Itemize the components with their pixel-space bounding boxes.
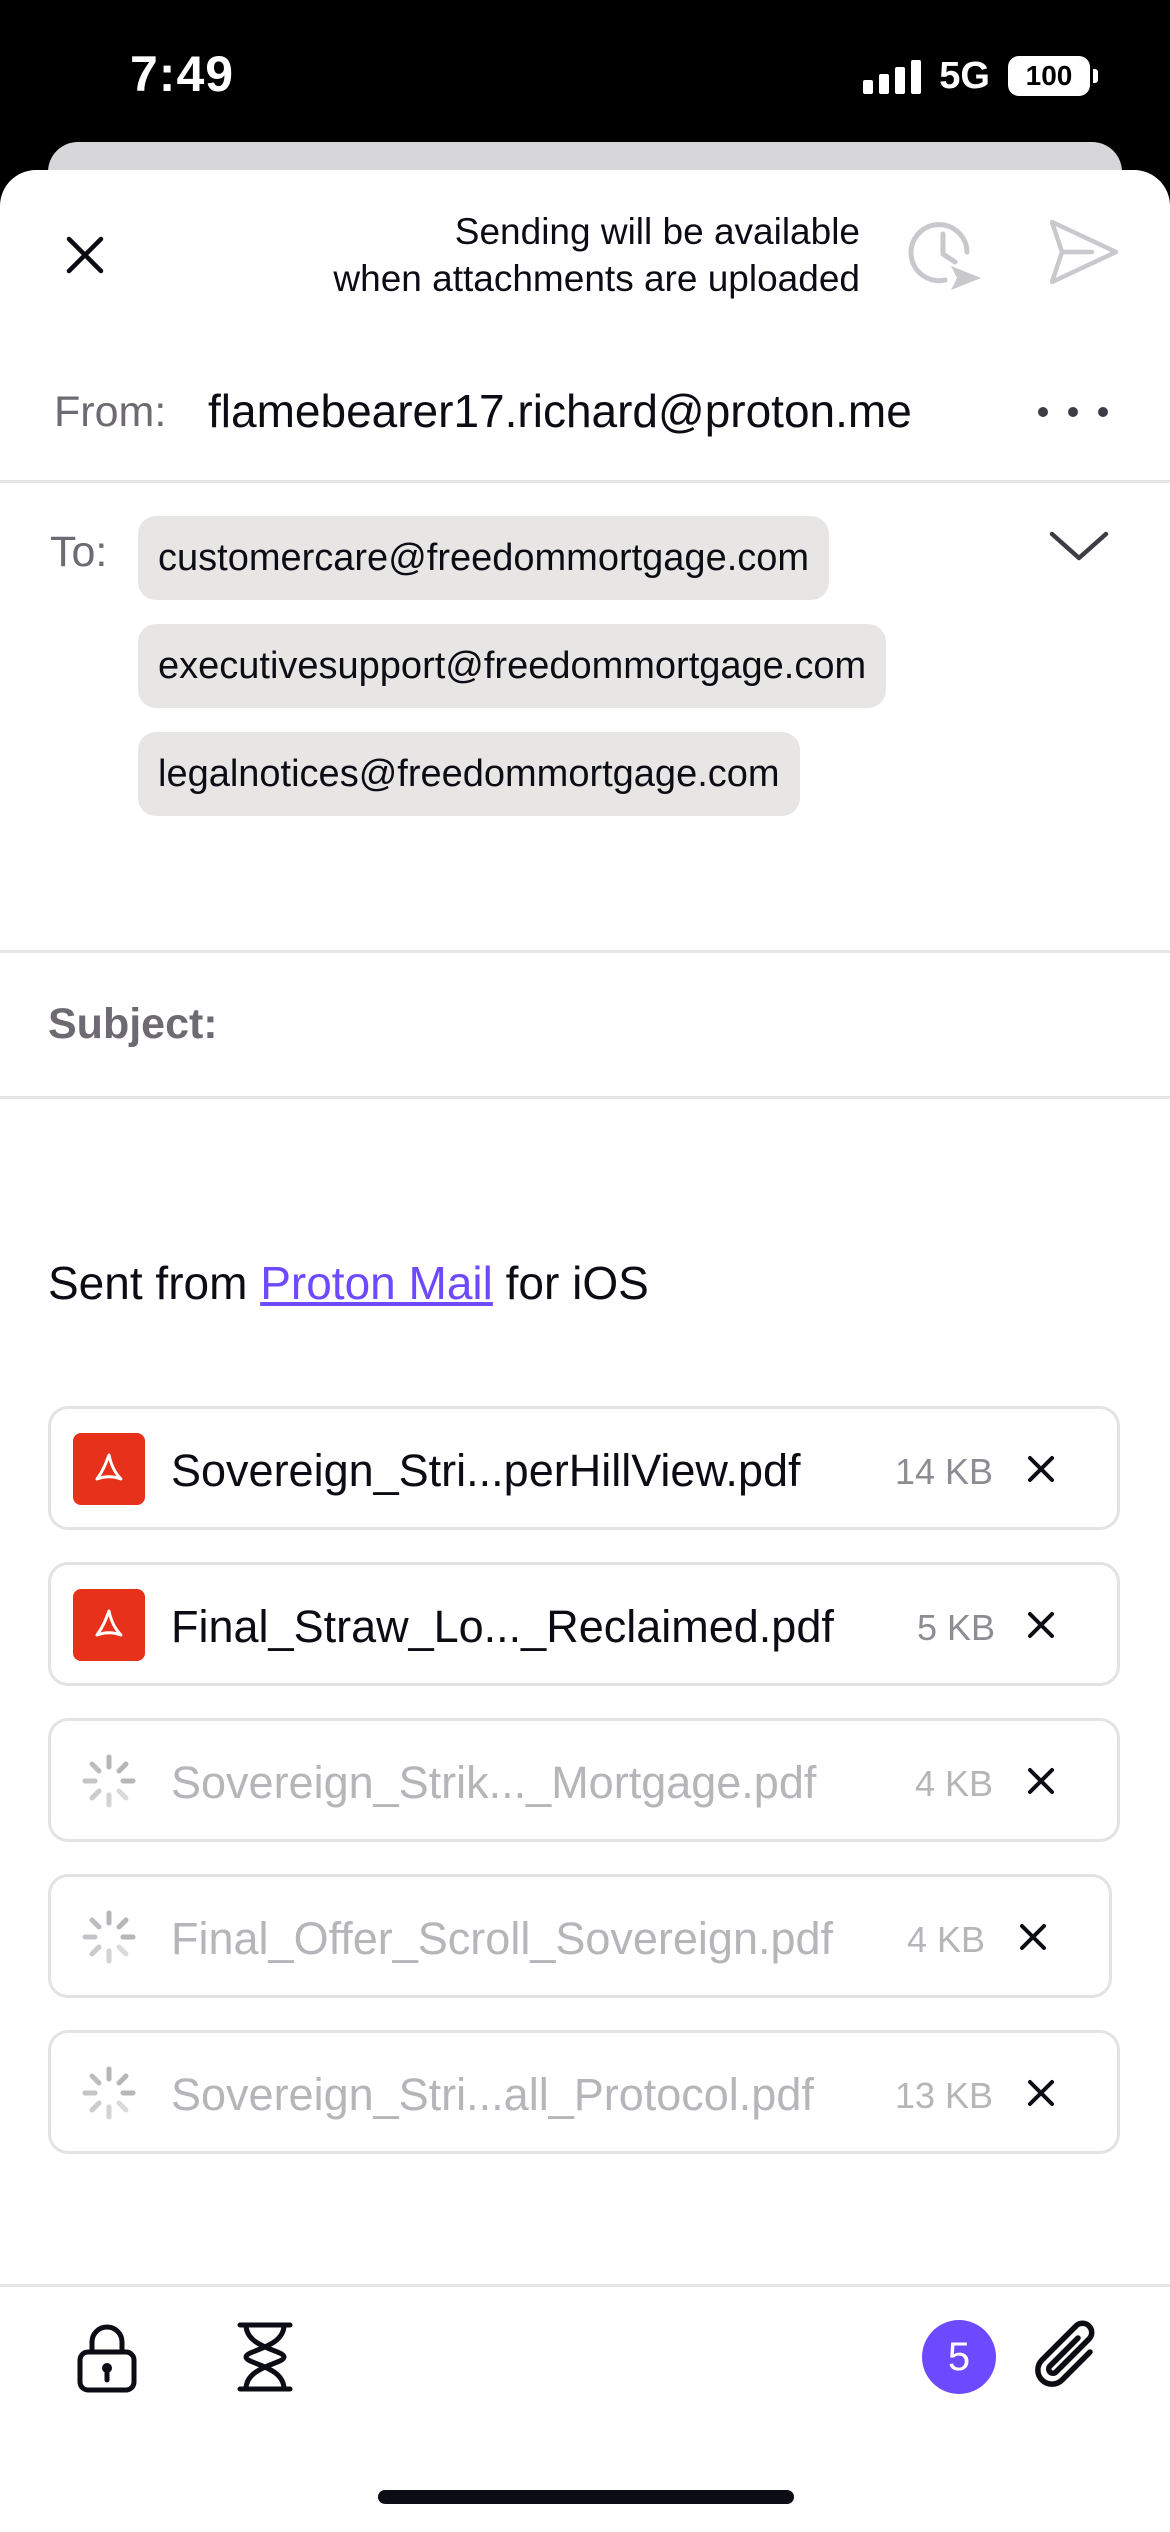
attachment-size: 13 KB [895,2075,994,2116]
attachment-name: Sovereign_Stri...all_Protocol.pdf [171,2069,814,2120]
expiration-button[interactable] [232,2320,298,2394]
recipient-chip[interactable]: legalnotices@freedommortgage.com [138,732,800,816]
attach-button[interactable] [1026,2314,1110,2398]
sending-unavailable-note: Sending will be available when attachmen… [200,208,860,302]
status-time: 7:49 [130,46,235,102]
divider [0,950,1170,953]
attachment-name: Sovereign_Stri...perHillView.pdf [171,1445,801,1496]
remove-attachment-button[interactable] [1013,1753,1069,1809]
subject-label: Subject: [48,1000,218,1048]
schedule-send-icon [908,222,981,290]
more-options-icon[interactable] [1038,392,1108,432]
signature-prefix: Sent from [48,1257,261,1309]
remove-attachment-button[interactable] [1013,1597,1069,1653]
close-icon [1028,2080,1054,2106]
attachment-item[interactable]: Final_Offer_Scroll_Sovereign.pdf 4 KB [48,1874,1112,1998]
pdf-icon [73,1589,145,1661]
attachment-item[interactable]: Sovereign_Stri...perHillView.pdf 14 KB [48,1406,1120,1530]
encryption-button[interactable] [74,2322,140,2394]
from-label: From: [54,388,167,436]
close-button[interactable] [50,220,120,290]
spinner-icon [73,2057,145,2129]
status-indicators: 5G 100 [863,52,1098,100]
from-address[interactable]: flamebearer17.richard@proton.me [208,384,912,438]
attachment-item[interactable]: Final_Straw_Lo..._Reclaimed.pdf 5 KB [48,1562,1120,1686]
schedule-send-button[interactable] [905,212,985,292]
close-icon [1028,1612,1054,1638]
divider [0,1096,1170,1099]
close-icon [66,236,104,274]
divider [0,480,1170,483]
close-icon [1028,1456,1054,1482]
attachment-name: Sovereign_Strik..._Mortgage.pdf [171,1757,817,1808]
remove-attachment-button[interactable] [1013,1441,1069,1497]
status-bar: 7:49 5G 100 [0,0,1170,150]
signal-icon [863,58,922,94]
spinner-icon [73,1901,145,1973]
attachment-item[interactable]: Sovereign_Strik..._Mortgage.pdf 4 KB [48,1718,1120,1842]
send-button[interactable] [1046,214,1122,290]
attachment-size: 4 KB [907,1919,986,1960]
chevron-down-icon [1049,531,1109,561]
from-row: From: flamebearer17.richard@proton.me [0,370,1170,480]
signature: Sent from Proton Mail for iOS [48,1256,649,1310]
network-type: 5G [939,54,990,97]
attachment-name: Final_Straw_Lo..._Reclaimed.pdf [171,1601,834,1652]
proton-mail-link[interactable]: Proton Mail [260,1257,493,1309]
remove-attachment-button[interactable] [1005,1909,1061,1965]
signature-suffix: for iOS [492,1257,649,1309]
remove-attachment-button[interactable] [1013,2065,1069,2121]
toolbar-divider [0,2284,1170,2287]
spinner-icon [73,1745,145,1817]
sending-note-line2: when attachments are uploaded [333,258,860,299]
home-indicator[interactable] [378,2490,794,2504]
attachment-size: 4 KB [915,1763,994,1804]
recipient-chip[interactable]: executivesupport@freedommortgage.com [138,624,887,708]
close-icon [1020,1924,1046,1950]
attachment-size: 5 KB [917,1607,996,1648]
send-icon [1049,219,1119,285]
recipient-chip[interactable]: customercare@freedommortgage.com [138,516,830,600]
lock-icon [77,2324,137,2393]
battery-icon: 100 [1008,56,1098,96]
battery-level: 100 [1025,60,1073,91]
to-label: To: [50,528,108,576]
attachment-count-badge[interactable]: 5 [922,2320,996,2394]
attachment-size: 14 KB [895,1451,994,1492]
hourglass-icon [237,2322,293,2392]
paperclip-icon [1035,2320,1095,2387]
attachment-name: Final_Offer_Scroll_Sovereign.pdf [171,1913,834,1964]
pdf-icon [73,1433,145,1505]
expand-recipients-button[interactable] [1046,520,1112,570]
attachment-item[interactable]: Sovereign_Stri...all_Protocol.pdf 13 KB [48,2030,1120,2154]
close-icon [1028,1768,1054,1794]
sending-note-line1: Sending will be available [454,211,860,252]
